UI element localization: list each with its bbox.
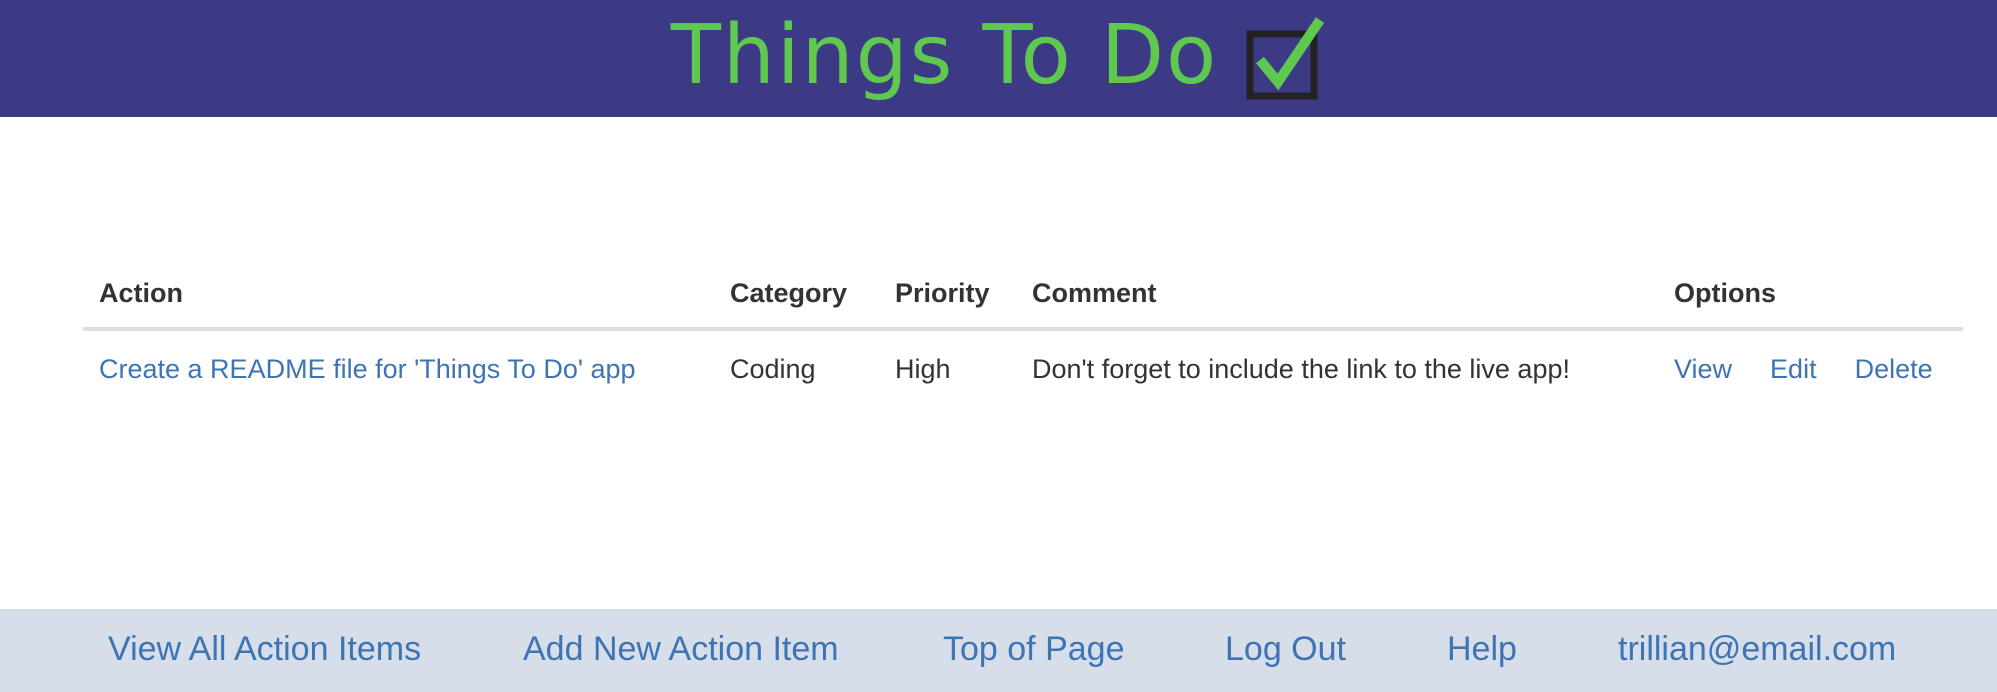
table-header-row: Action Category Priority Comment Options [83,268,1963,331]
app-header: Things To Do [0,0,1997,117]
comment-cell: Don't forget to include the link to the … [1032,354,1570,384]
row-options: View Edit Delete [1674,354,1947,385]
help-link[interactable]: Help [1447,630,1517,669]
checkbox-checked-icon [1246,16,1325,99]
options-cell: View Edit Delete [1658,329,1963,405]
add-new-action-item-link[interactable]: Add New Action Item [523,630,839,669]
action-item-link[interactable]: Create a README file for 'Things To Do' … [99,354,636,384]
edit-link[interactable]: Edit [1770,354,1817,385]
column-header-category: Category [714,268,879,331]
column-header-comment: Comment [1016,268,1658,331]
action-cell: Create a README file for 'Things To Do' … [83,329,714,405]
view-all-action-items-link[interactable]: View All Action Items [108,630,421,669]
category-cell: Coding [730,354,816,384]
user-email-link[interactable]: trillian@email.com [1618,630,1896,669]
top-of-page-link[interactable]: Top of Page [943,630,1124,669]
column-header-priority: Priority [879,268,1016,331]
delete-link[interactable]: Delete [1855,354,1933,385]
table-row: Create a README file for 'Things To Do' … [83,329,1963,405]
app-title: Things To Do [670,7,1219,103]
column-header-action: Action [83,268,714,331]
log-out-link[interactable]: Log Out [1225,630,1346,669]
priority-cell: High [895,354,951,384]
footer-nav: View All Action Items Add New Action Ite… [0,609,1997,692]
page: Things To Do Action Category Priority Co… [0,0,1997,692]
column-header-options: Options [1658,268,1963,331]
brand: Things To Do [671,12,1326,100]
view-link[interactable]: View [1674,354,1732,385]
action-items-table: Action Category Priority Comment Options… [83,268,1963,405]
